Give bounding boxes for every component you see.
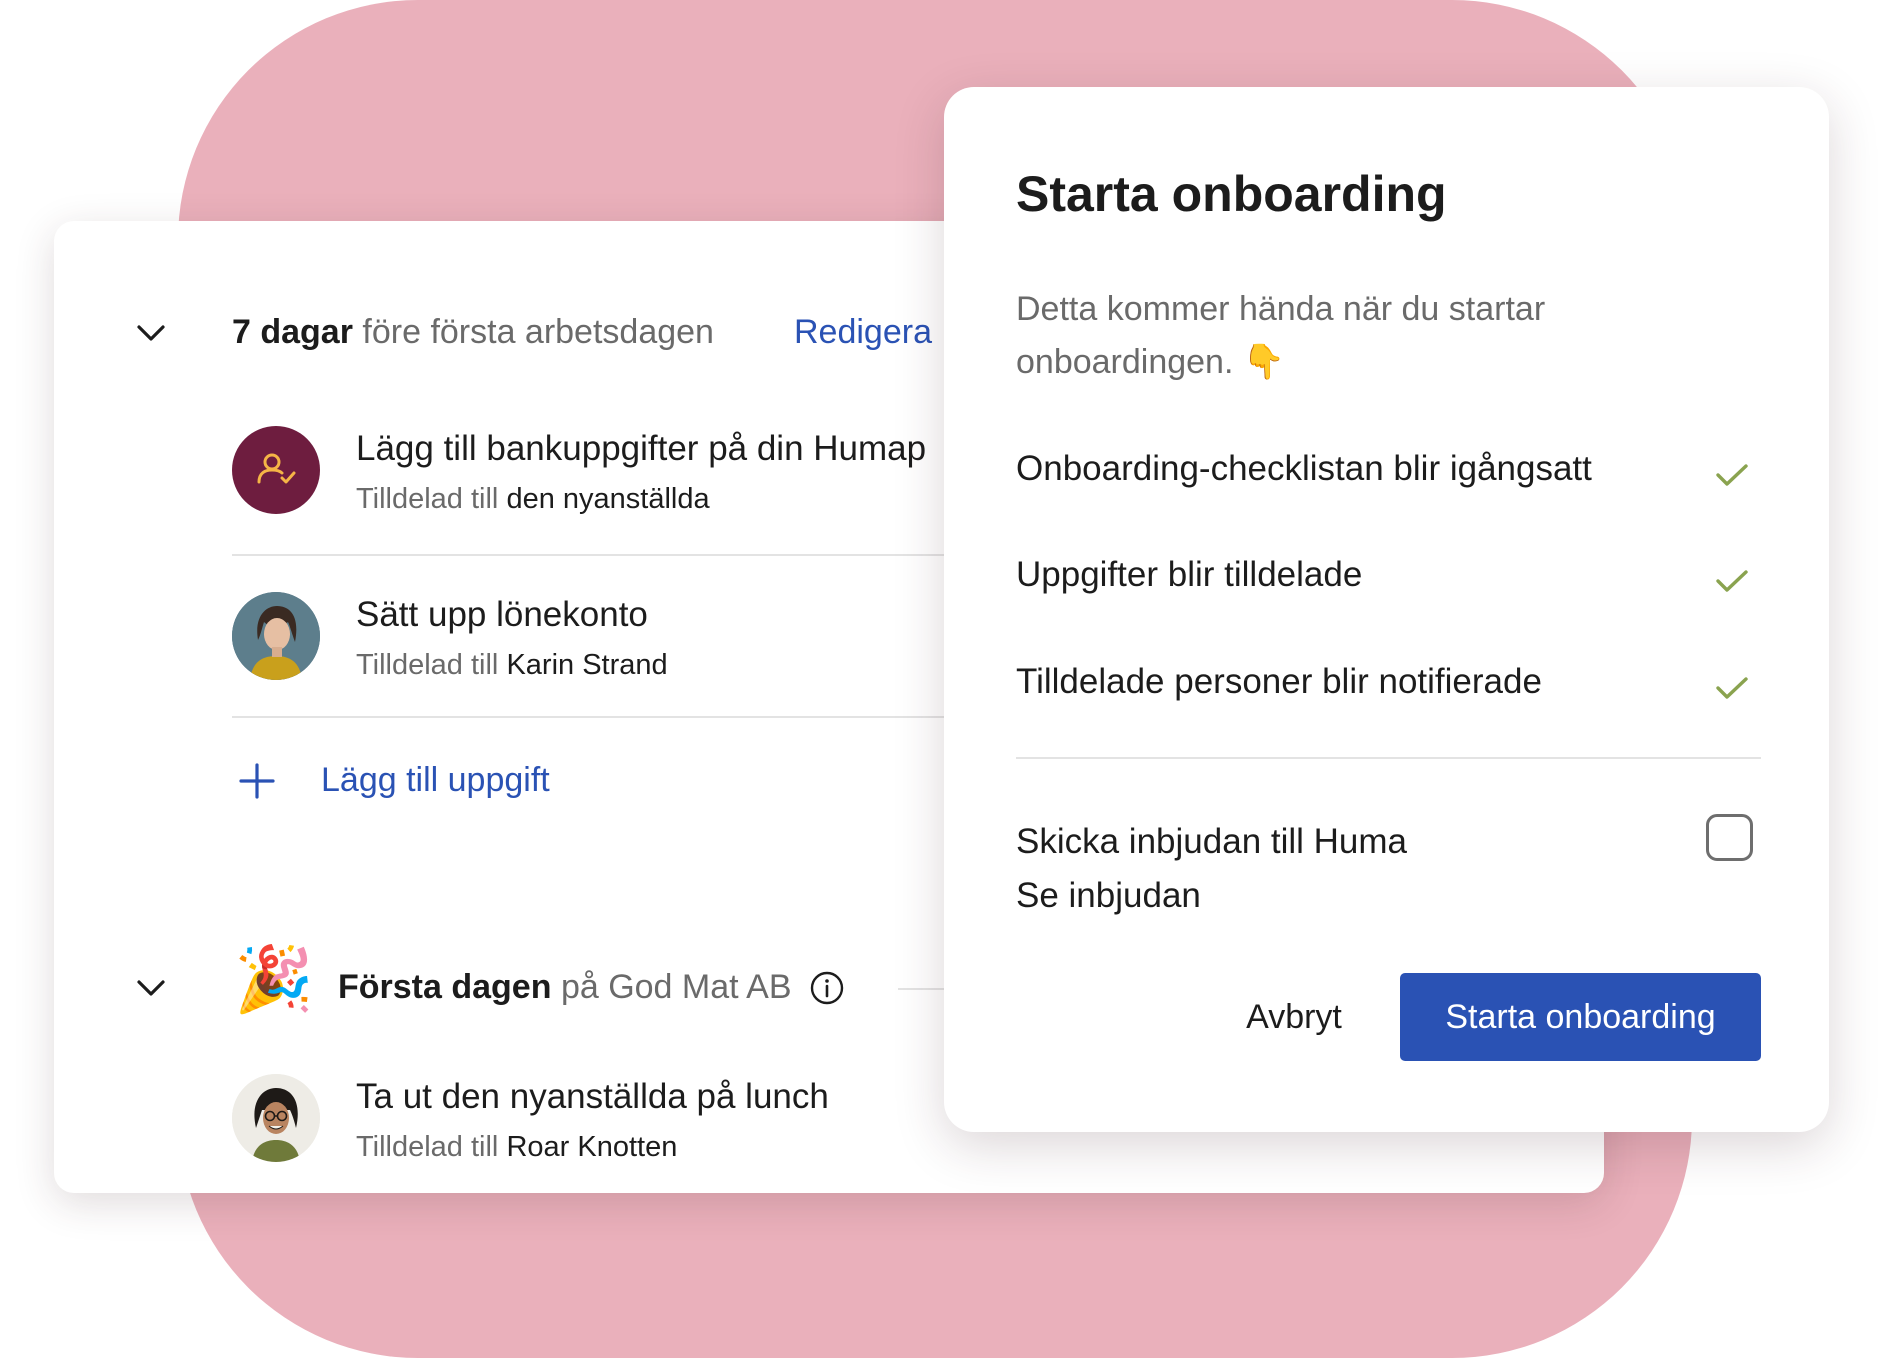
checklist-item: Uppgifter blir tilldelade [1016, 555, 1363, 594]
check-icon [1716, 464, 1748, 486]
section-days-label: 7 dagar [232, 313, 353, 351]
section-days-description: före första arbetsdagen [362, 313, 714, 351]
assigned-prefix: Tilldelad till [356, 483, 499, 515]
avatar [232, 592, 320, 680]
divider [1016, 757, 1761, 759]
assignee-name: den nyanställda [506, 483, 710, 515]
task-assignment: Tilldelad till den nyanställda [356, 483, 710, 516]
chevron-down-icon[interactable] [136, 323, 166, 343]
checklist-item: Onboarding-checklistan blir igångsatt [1016, 449, 1592, 488]
party-popper-icon: 🎉 [234, 943, 314, 1015]
edit-link[interactable]: Redigera [794, 313, 932, 352]
task-title[interactable]: Lägg till bankuppgifter på din Humap [356, 429, 926, 469]
task-title[interactable]: Sätt upp lönekonto [356, 595, 648, 635]
section-header-7-days: 7 dagar före första arbetsdagen [232, 313, 714, 352]
chevron-down-icon[interactable] [136, 978, 166, 998]
assigned-prefix: Tilldelad till [356, 1131, 499, 1163]
see-invite-link[interactable]: Se inbjudan [1016, 876, 1201, 916]
invite-label: Skicka inbjudan till Huma [1016, 822, 1408, 861]
section-day-label: Första dagen [338, 968, 552, 1006]
start-onboarding-dialog: Starta onboarding Detta kommer hända när… [944, 87, 1829, 1132]
person-photo [232, 592, 320, 680]
assigned-prefix: Tilldelad till [356, 649, 499, 681]
task-assignment: Tilldelad till Karin Strand [356, 649, 668, 682]
checklist-item: Tilldelade personer blir notifierade [1016, 662, 1542, 701]
dialog-title: Starta onboarding [1016, 166, 1447, 222]
section-header-first-day: Första dagen på God Mat AB [338, 968, 792, 1007]
user-check-icon [257, 453, 296, 484]
start-onboarding-button[interactable]: Starta onboarding [1400, 973, 1761, 1061]
add-task-link[interactable]: Lägg till uppgift [321, 761, 550, 800]
check-icon [1716, 677, 1748, 699]
invite-checkbox[interactable] [1706, 814, 1753, 861]
avatar [232, 426, 320, 514]
plus-icon[interactable] [238, 762, 276, 800]
task-title[interactable]: Ta ut den nyanställda på lunch [356, 1077, 829, 1117]
cancel-button[interactable]: Avbryt [1194, 973, 1394, 1061]
check-icon [1716, 570, 1748, 592]
task-assignment: Tilldelad till Roar Knotten [356, 1131, 677, 1164]
assignee-name: Roar Knotten [506, 1131, 678, 1163]
dialog-description: Detta kommer hända när du startar onboar… [1016, 290, 1546, 381]
assignee-name: Karin Strand [506, 649, 668, 681]
avatar [232, 1074, 320, 1162]
section-day-description: på God Mat AB [560, 968, 792, 1006]
info-icon[interactable] [809, 970, 845, 1006]
person-photo [232, 1074, 320, 1162]
